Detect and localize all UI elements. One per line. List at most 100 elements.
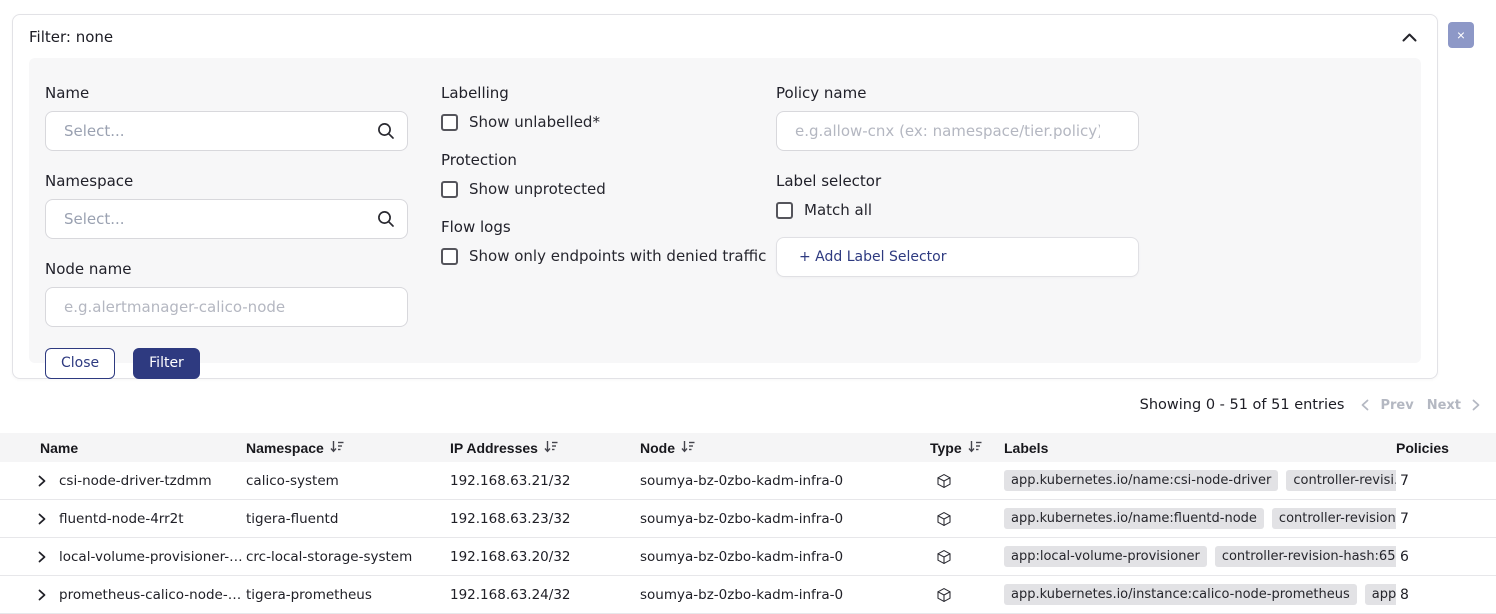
table-row: fluentd-node-4rr2t tigera-fluentd 192.16… [0,500,1496,538]
label-chip: controller-revision-… [1272,508,1396,529]
sort-icon[interactable] [544,440,558,456]
prev-page-button[interactable]: Prev [1378,398,1415,413]
endpoint-ip: 192.168.63.24/32 [450,587,640,603]
column-header-node[interactable]: Node [640,440,930,456]
column-header-type[interactable]: Type [930,440,1004,456]
pod-type-icon [930,511,1004,527]
node-name-input[interactable] [45,287,408,327]
filter-button[interactable]: Filter [133,348,200,379]
endpoints-table: Name Namespace IP Addresses Node Type La… [0,433,1496,614]
label-chip: app.kubernetes.io/instance:calico-node-p… [1004,584,1357,605]
labelling-section-label: Labelling [441,84,743,102]
label-selector-section-label: Label selector [776,172,1139,190]
endpoint-policies-count: 8 [1396,587,1496,603]
close-button[interactable]: Close [45,348,115,379]
endpoint-ip: 192.168.63.20/32 [450,549,640,565]
chevron-right-icon[interactable] [38,475,46,487]
policy-name-field-label: Policy name [776,84,1139,102]
entries-summary: Showing 0 - 51 of 51 entries [1140,397,1345,413]
filter-panel-header: Filter: none [13,15,1437,58]
label-chip: controller-revisi… [1286,470,1396,491]
namespace-field-label: Namespace [45,172,408,190]
denied-traffic-checkbox[interactable] [441,248,458,265]
endpoint-name: local-volume-provisioner-… [59,549,243,565]
endpoint-labels: app:local-volume-provisioner controller-… [1004,546,1396,567]
filter-form: Name Namespace Node name Close Filt [29,58,1421,363]
node-name-field-label: Node name [45,260,408,278]
endpoint-node: soumya-bz-0zbo-kadm-infra-0 [640,587,930,603]
protection-section-label: Protection [441,151,743,169]
show-unlabelled-checkbox[interactable] [441,114,458,131]
match-all-checkbox[interactable] [776,202,793,219]
endpoint-namespace: tigera-fluentd [246,511,450,527]
endpoint-namespace: crc-local-storage-system [246,549,450,565]
row-expand-name[interactable]: prometheus-calico-node-… [0,587,246,603]
row-expand-name[interactable]: csi-node-driver-tzdmm [0,473,246,489]
collapse-panel-button[interactable] [1400,31,1419,44]
endpoint-policies-count: 7 [1396,473,1496,489]
endpoint-ip: 192.168.63.21/32 [450,473,640,489]
namespace-select-input[interactable] [45,199,408,239]
name-select-input[interactable] [45,111,408,151]
label-chip: controller-revision-hash:65… [1215,546,1396,567]
chevron-right-icon[interactable] [38,589,46,601]
show-unlabelled-label: Show unlabelled* [469,113,600,131]
label-chip: app:local-volume-provisioner [1004,546,1207,567]
sort-icon[interactable] [681,440,695,456]
endpoint-node: soumya-bz-0zbo-kadm-infra-0 [640,549,930,565]
show-unprotected-label: Show unprotected [469,180,606,198]
filter-title: Filter: none [29,28,113,46]
next-page-button[interactable]: Next [1425,398,1463,413]
close-icon: × [1457,27,1465,43]
row-expand-name[interactable]: local-volume-provisioner-… [0,549,246,565]
label-chip: app.kubernetes.io/name:fluentd-node [1004,508,1264,529]
table-header-row: Name Namespace IP Addresses Node Type La… [0,433,1496,462]
sort-icon[interactable] [330,440,344,456]
endpoint-name: prometheus-calico-node-… [59,587,241,603]
chevron-right-icon[interactable] [1472,399,1480,411]
policy-name-input[interactable] [776,111,1139,151]
chevron-right-icon[interactable] [38,551,46,563]
endpoint-policies-count: 7 [1396,511,1496,527]
endpoint-labels: app.kubernetes.io/name:csi-node-driver c… [1004,470,1396,491]
column-header-namespace[interactable]: Namespace [246,440,450,456]
chevron-right-icon[interactable] [38,513,46,525]
filter-panel: Filter: none Name Namespace [12,14,1438,379]
denied-traffic-label: Show only endpoints with denied traffic [469,247,766,265]
pod-type-icon [930,473,1004,489]
column-header-labels[interactable]: Labels [1004,440,1396,456]
row-expand-name[interactable]: fluentd-node-4rr2t [0,511,246,527]
endpoint-namespace: calico-system [246,473,450,489]
endpoint-node: soumya-bz-0zbo-kadm-infra-0 [640,511,930,527]
dismiss-filter-button[interactable]: × [1448,22,1474,48]
column-header-name[interactable]: Name [0,440,246,456]
pod-type-icon [930,549,1004,565]
endpoint-policies-count: 6 [1396,549,1496,565]
label-chip: app.… [1365,584,1396,605]
endpoint-namespace: tigera-prometheus [246,587,450,603]
table-row: local-volume-provisioner-… crc-local-sto… [0,538,1496,576]
endpoint-node: soumya-bz-0zbo-kadm-infra-0 [640,473,930,489]
search-icon [377,210,395,228]
column-header-policies[interactable]: Policies [1396,440,1496,456]
column-header-ip-addresses[interactable]: IP Addresses [450,440,640,456]
label-chip: app.kubernetes.io/name:csi-node-driver [1004,470,1278,491]
flow-logs-section-label: Flow logs [441,218,743,236]
match-all-label: Match all [804,201,872,219]
pod-type-icon [930,587,1004,603]
pagination: Showing 0 - 51 of 51 entries Prev Next [1140,397,1480,413]
endpoint-ip: 192.168.63.23/32 [450,511,640,527]
endpoint-name: csi-node-driver-tzdmm [59,473,212,489]
show-unprotected-checkbox[interactable] [441,181,458,198]
search-icon [377,122,395,140]
endpoint-name: fluentd-node-4rr2t [59,511,184,527]
name-field-label: Name [45,84,408,102]
table-row: prometheus-calico-node-… tigera-promethe… [0,576,1496,614]
endpoint-labels: app.kubernetes.io/instance:calico-node-p… [1004,584,1396,605]
sort-icon[interactable] [968,440,982,456]
chevron-up-icon [1402,30,1417,45]
add-label-selector-button[interactable]: + Add Label Selector [776,237,1139,277]
table-row: csi-node-driver-tzdmm calico-system 192.… [0,462,1496,500]
endpoint-labels: app.kubernetes.io/name:fluentd-node cont… [1004,508,1396,529]
chevron-left-icon[interactable] [1361,399,1369,411]
